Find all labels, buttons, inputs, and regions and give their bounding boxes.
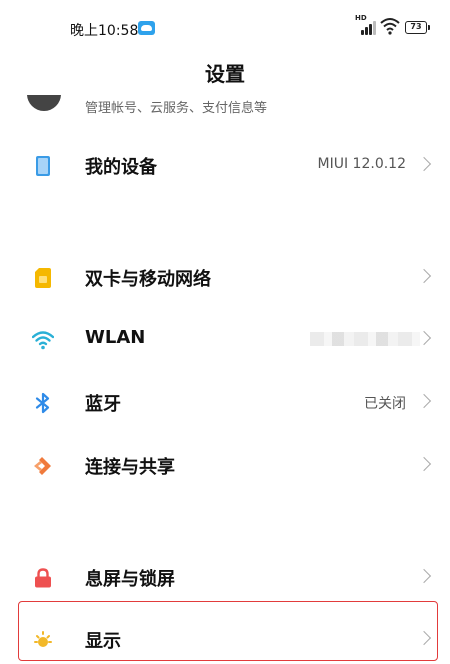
status-time: 晚上10:58 [70,23,139,39]
settings-item-label: 蓝牙 [85,394,121,415]
wlan-network-name-blurred [310,332,420,346]
status-bar: 晚上10:58 HD 73 [0,0,450,56]
signal-icon [357,19,376,35]
lock-icon [35,568,51,588]
chevron-right-icon [416,268,432,284]
chevron-right-icon [416,156,432,172]
chevron-right-icon [416,456,432,472]
brightness-icon [34,631,52,647]
page-title: 设置 [205,62,245,86]
phone-icon [36,156,50,176]
settings-item-value: MIUI 12.0.12 [317,156,406,172]
account-entry[interactable]: 管理帐号、云服务、支付信息等 [0,95,450,117]
share-icon [34,457,51,475]
wifi-icon [32,331,54,350]
chevron-right-icon [416,568,432,584]
cloud-notification-icon [138,21,155,35]
settings-item-label: 息屏与锁屏 [85,569,175,590]
settings-item-lock[interactable]: 息屏与锁屏 [0,552,450,602]
settings-item-share[interactable]: 连接与共享 [0,440,450,490]
settings-item-label: WLAN [85,327,146,348]
settings-item-bluetooth[interactable]: 蓝牙 已关闭 [0,377,450,427]
chevron-right-icon [416,630,432,646]
settings-item-label: 双卡与移动网络 [85,269,211,290]
settings-item-label: 显示 [85,631,121,652]
settings-item-device[interactable]: 我的设备 MIUI 12.0.12 [0,140,450,190]
chevron-right-icon [416,393,432,409]
settings-item-label: 我的设备 [85,157,157,178]
sim-card-icon [35,268,51,288]
settings-item-sim[interactable]: 双卡与移动网络 [0,252,450,302]
wifi-status-icon [380,18,400,35]
settings-item-value: 已关闭 [364,396,406,412]
battery-icon: 73 [405,21,430,34]
avatar [27,95,61,111]
account-subtitle: 管理帐号、云服务、支付信息等 [85,101,268,116]
settings-item-label: 连接与共享 [85,457,175,478]
settings-item-display[interactable]: 显示 [0,614,450,664]
settings-item-wlan[interactable]: WLAN [0,314,450,364]
bluetooth-icon [35,392,50,414]
